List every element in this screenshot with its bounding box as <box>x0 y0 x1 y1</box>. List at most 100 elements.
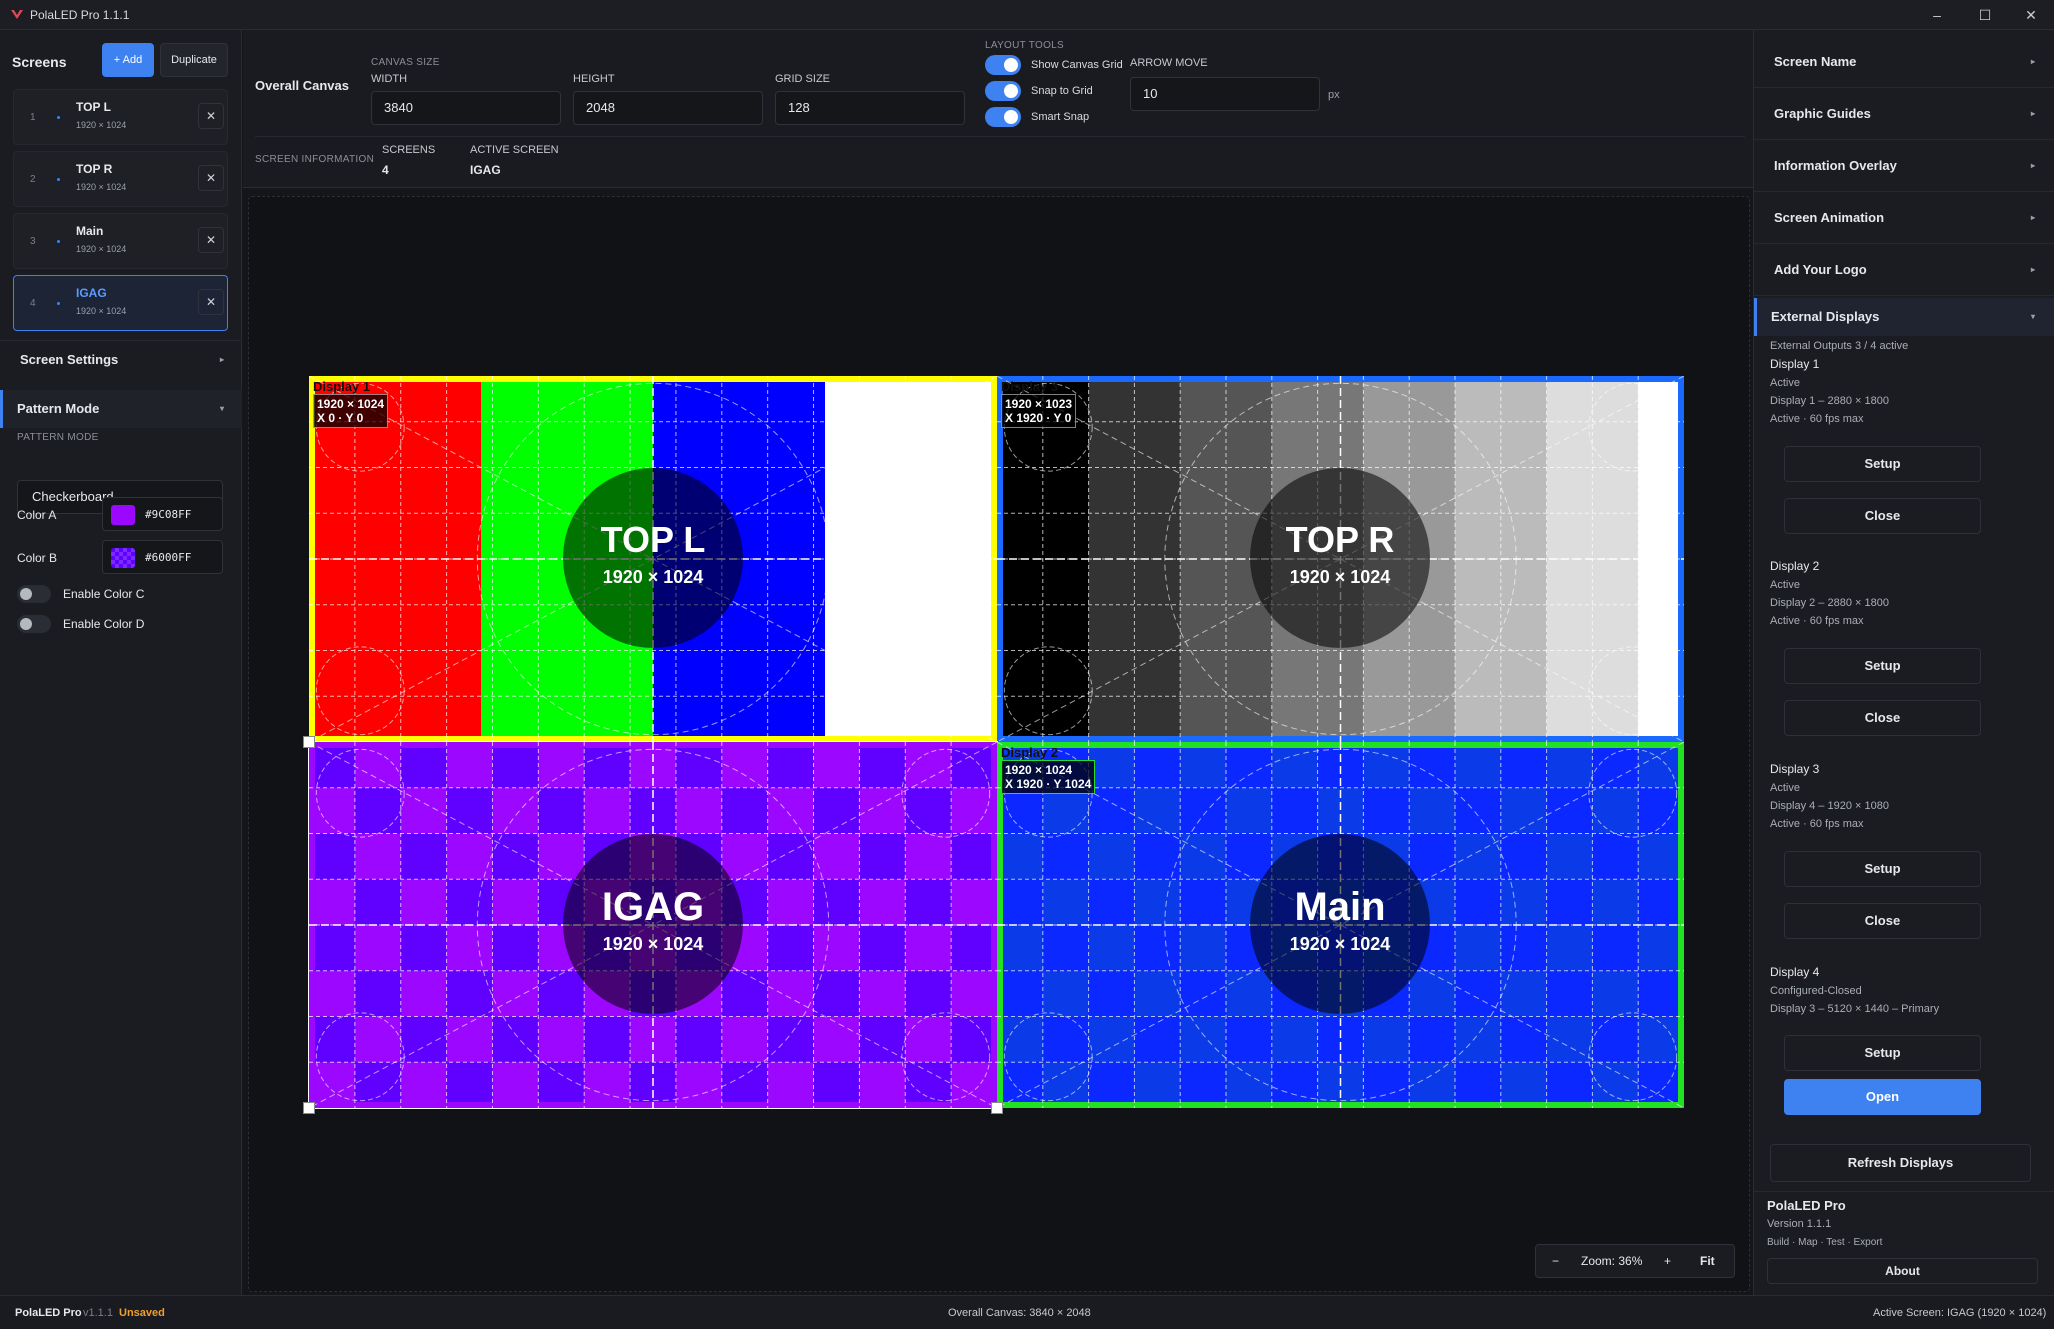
chevron-down-icon: ▾ <box>2030 312 2035 321</box>
display-name: Display 3 <box>1001 379 1059 394</box>
color-b-swatch[interactable] <box>111 548 135 568</box>
remove-screen-button[interactable]: ✕ <box>198 289 224 315</box>
section-label: Graphic Guides <box>1774 106 1871 121</box>
fit-button[interactable]: Fit <box>1700 1254 1715 1268</box>
color-a-hex: #9C08FF <box>145 508 192 521</box>
screen-index: 1 <box>30 112 36 123</box>
color-b-picker[interactable]: #6000FF <box>102 540 223 574</box>
display-setup-button[interactable]: Setup <box>1784 648 1981 684</box>
close-window-button[interactable]: ✕ <box>2008 0 2054 30</box>
screen-list-item[interactable]: 2 TOP R 1920 × 1024 ✕ <box>13 151 228 207</box>
snap-to-grid-toggle[interactable] <box>985 81 1021 101</box>
status-version: v1.1.1 <box>83 1307 113 1319</box>
add-screen-button[interactable]: + Add <box>102 43 154 77</box>
remove-screen-button[interactable]: ✕ <box>198 103 224 129</box>
display-detail: Display 4 – 1920 × 1080 <box>1770 800 1889 812</box>
screen-name-section[interactable]: Screen Name ▸ <box>1754 36 2054 88</box>
canvas-settings-panel: Overall Canvas CANVAS SIZE WIDTH 3840 HE… <box>243 30 1753 188</box>
screen-title: TOP R <box>1285 519 1395 560</box>
show-canvas-grid-label: Show Canvas Grid <box>1031 59 1123 71</box>
enable-color-c-toggle[interactable] <box>17 585 51 603</box>
screen-list-item-active[interactable]: 4 IGAG 1920 × 1024 ✕ <box>13 275 228 331</box>
enable-color-d-toggle[interactable] <box>17 615 51 633</box>
refresh-displays-button[interactable]: Refresh Displays <box>1770 1144 2031 1182</box>
resize-handle[interactable] <box>303 1102 315 1114</box>
display-size: 1920 × 1023 <box>1005 397 1073 411</box>
display-position: X 0 · Y 0 <box>317 411 364 425</box>
screen-animation-section[interactable]: Screen Animation ▸ <box>1754 192 2054 244</box>
display-close-button[interactable]: Close <box>1784 903 1981 939</box>
minimize-button[interactable]: – <box>1914 0 1960 30</box>
display-setup-button[interactable]: Setup <box>1784 1035 1981 1071</box>
duplicate-button[interactable]: Duplicate <box>160 43 228 77</box>
pattern-mode-header[interactable]: Pattern Mode ▾ <box>0 390 242 428</box>
product-tagline: Build · Map · Test · Export <box>1767 1237 1883 1248</box>
color-a-label: Color A <box>17 508 57 522</box>
smart-snap-label: Smart Snap <box>1031 111 1090 123</box>
display-close-button[interactable]: Close <box>1784 498 1981 534</box>
status-bar: PolaLED Pro v1.1.1 Unsaved Overall Canva… <box>0 1295 2054 1329</box>
screen-resolution: 1920 × 1024 <box>76 120 127 130</box>
enable-color-c-label: Enable Color C <box>63 587 145 601</box>
enable-color-d-label: Enable Color D <box>63 617 145 631</box>
window-title: PolaLED Pro 1.1.1 <box>30 8 130 22</box>
screen-settings-header[interactable]: Screen Settings ▸ <box>0 340 242 378</box>
display-name: Display 3 <box>1770 762 1820 776</box>
section-label: Screen Animation <box>1774 210 1885 225</box>
chevron-right-icon: ▸ <box>2030 265 2035 274</box>
outputs-summary: External Outputs 3 / 4 active <box>1770 340 1909 352</box>
grid-size-label: GRID SIZE <box>775 73 831 85</box>
chevron-right-icon: ▸ <box>2030 109 2035 118</box>
screen-title: IGAG <box>601 885 705 929</box>
display-name: Display 2 <box>1001 745 1059 760</box>
show-canvas-grid-toggle[interactable] <box>985 55 1021 75</box>
arrow-move-input[interactable]: 10 <box>1130 77 1320 111</box>
graphic-guides-section[interactable]: Graphic Guides ▸ <box>1754 88 2054 140</box>
screen-name: TOP L <box>76 100 111 114</box>
display-detail: Display 1 – 2880 × 1800 <box>1770 395 1889 407</box>
zoom-out-button[interactable]: − <box>1552 1254 1559 1268</box>
screen-dot-icon <box>57 302 60 305</box>
status-app-name: PolaLED Pro <box>15 1307 82 1319</box>
display-setup-button[interactable]: Setup <box>1784 446 1981 482</box>
screen-list-item[interactable]: 3 Main 1920 × 1024 ✕ <box>13 213 228 269</box>
remove-screen-button[interactable]: ✕ <box>198 165 224 191</box>
color-a-swatch[interactable] <box>111 505 135 525</box>
information-overlay-section[interactable]: Information Overlay ▸ <box>1754 140 2054 192</box>
display-close-button[interactable]: Close <box>1784 700 1981 736</box>
external-displays-section[interactable]: External Displays ▾ <box>1754 298 2054 336</box>
divider <box>255 136 1745 137</box>
width-input[interactable]: 3840 <box>371 91 561 125</box>
add-logo-section[interactable]: Add Your Logo ▸ <box>1754 244 2054 296</box>
section-label: Add Your Logo <box>1774 262 1867 277</box>
remove-screen-button[interactable]: ✕ <box>198 227 224 253</box>
screen-name: Main <box>76 224 104 238</box>
maximize-button[interactable]: ☐ <box>1962 0 2008 30</box>
display-setup-button[interactable]: Setup <box>1784 851 1981 887</box>
display-rate: Active · 60 fps max <box>1770 615 1864 627</box>
display-size: 1920 × 1024 <box>1005 763 1073 777</box>
screen-list-item[interactable]: 1 TOP L 1920 × 1024 ✕ <box>13 89 228 145</box>
color-a-picker[interactable]: #9C08FF <box>102 497 223 531</box>
status-overall-canvas: Overall Canvas: 3840 × 2048 <box>948 1307 1091 1319</box>
chevron-right-icon: ▸ <box>2030 213 2035 222</box>
about-button[interactable]: About <box>1767 1258 2038 1284</box>
right-sidebar: Screen Name ▸ Graphic Guides ▸ Information… <box>1753 30 2054 1295</box>
display-status: Active <box>1770 579 1800 591</box>
display-open-button[interactable]: Open <box>1784 1079 1981 1115</box>
screen-information-label: SCREEN INFORMATION <box>255 154 375 165</box>
display-status: Configured-Closed <box>1770 985 1862 997</box>
zoom-in-button[interactable]: + <box>1664 1254 1671 1268</box>
height-input[interactable]: 2048 <box>573 91 763 125</box>
display-status: Active <box>1770 782 1800 794</box>
chevron-right-icon: ▸ <box>2030 57 2035 66</box>
screen-dot-icon <box>57 178 60 181</box>
pattern-mode-field-label: PATTERN MODE <box>17 432 99 443</box>
resize-handle[interactable] <box>991 1102 1003 1114</box>
grid-size-input[interactable]: 128 <box>775 91 965 125</box>
screen-res: 1920 × 1024 <box>1289 567 1391 587</box>
color-b-hex: #6000FF <box>145 551 192 564</box>
resize-handle[interactable] <box>303 736 315 748</box>
snap-to-grid-label: Snap to Grid <box>1031 85 1093 97</box>
smart-snap-toggle[interactable] <box>985 107 1021 127</box>
